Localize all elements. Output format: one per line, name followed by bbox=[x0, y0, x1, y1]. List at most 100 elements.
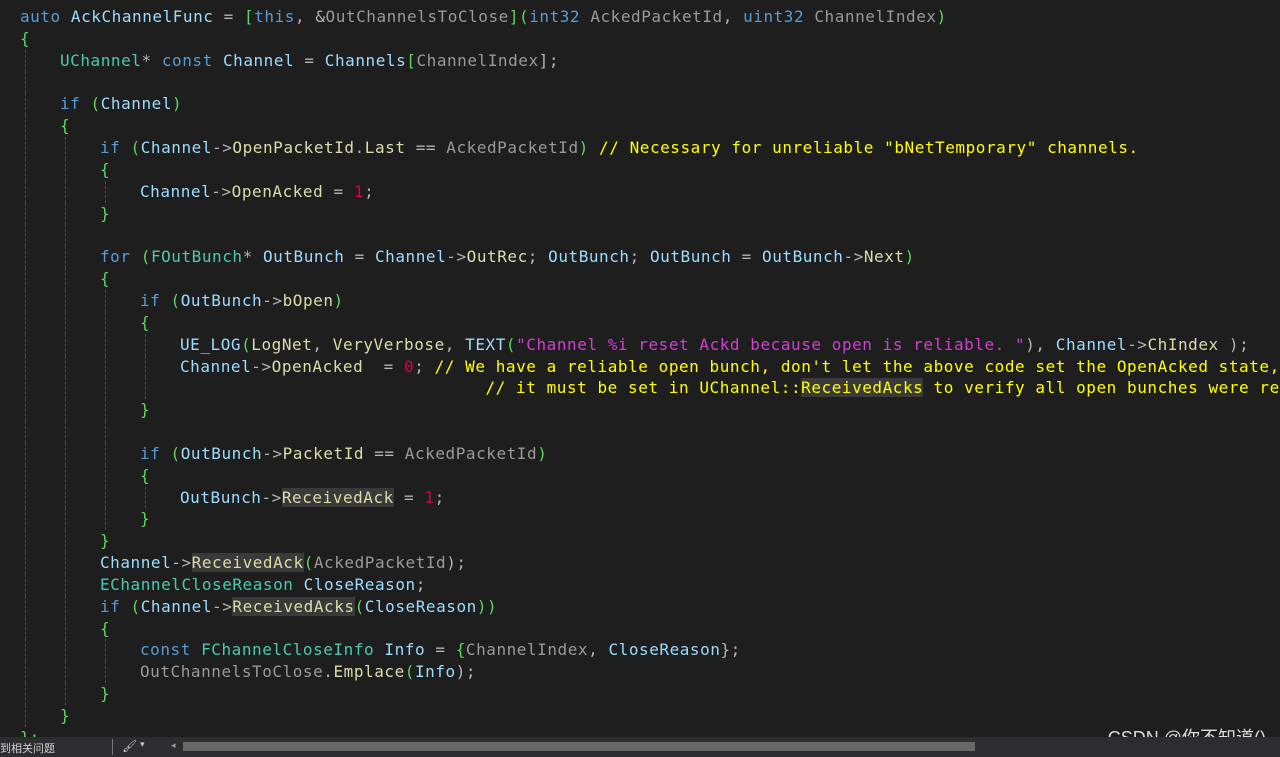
code-token: Channels bbox=[324, 50, 407, 70]
code-token: ChannelIndex bbox=[416, 50, 539, 70]
chevron-down-icon[interactable]: ▾ bbox=[140, 739, 145, 750]
code-line[interactable]: } bbox=[0, 508, 1280, 531]
code-line[interactable]: const FChannelCloseInfo Info = {ChannelI… bbox=[0, 639, 1280, 662]
code-line[interactable] bbox=[0, 421, 1280, 443]
code-token: FChannelCloseInfo bbox=[201, 640, 375, 660]
code-line[interactable]: Channel->OpenAcked = 0; // We have a rel… bbox=[0, 355, 1280, 378]
code-token: OutChannelsToClose bbox=[325, 7, 509, 26]
code-token: OpenAcked bbox=[231, 181, 324, 201]
code-token: . bbox=[323, 662, 334, 682]
code-token: ( bbox=[354, 596, 365, 616]
code-token: ; bbox=[434, 487, 445, 507]
code-token: 0 bbox=[404, 356, 415, 376]
code-token: { bbox=[140, 465, 151, 485]
code-line[interactable]: } bbox=[0, 399, 1280, 422]
code-line[interactable]: if (Channel) bbox=[0, 93, 1280, 116]
indent-guide bbox=[25, 573, 26, 596]
code-token: for bbox=[100, 247, 131, 267]
code-token: EChannelCloseReason bbox=[100, 574, 294, 594]
code-token: UE_LOG bbox=[180, 334, 242, 354]
indent-guide bbox=[145, 355, 146, 378]
code-line[interactable]: UChannel* const Channel = Channels[Chann… bbox=[0, 49, 1280, 72]
code-token: 1 bbox=[424, 487, 435, 507]
code-token: LogNet bbox=[251, 334, 313, 354]
brush-icon[interactable]: 🖌 bbox=[122, 739, 137, 753]
code-token: Channel bbox=[100, 94, 173, 114]
code-line[interactable]: UE_LOG(LogNet, VeryVerbose, TEXT("Channe… bbox=[0, 333, 1280, 356]
code-line[interactable]: OutBunch->ReceivedAck = 1; bbox=[0, 486, 1280, 509]
code-line[interactable]: } bbox=[0, 530, 1280, 553]
editor-status-bar: 到相关问题 🖌 ▾ ◂ bbox=[0, 737, 1280, 757]
code-token: ReceivedAcks bbox=[232, 596, 355, 616]
code-token: OutBunch bbox=[649, 247, 732, 267]
indent-guide bbox=[25, 49, 26, 72]
indent-guide bbox=[65, 617, 66, 640]
code-token: Channel bbox=[140, 596, 213, 616]
code-line[interactable]: { bbox=[0, 464, 1280, 487]
code-line[interactable]: { bbox=[0, 617, 1280, 640]
indent-guide bbox=[65, 530, 66, 553]
code-line[interactable]: { bbox=[0, 268, 1280, 290]
code-line[interactable]: { bbox=[0, 115, 1280, 138]
indent-guide bbox=[105, 421, 106, 443]
indent-guide bbox=[65, 399, 66, 422]
indent-guide bbox=[65, 661, 66, 684]
code-line[interactable]: OutChannelsToClose.Emplace(Info); bbox=[0, 661, 1280, 684]
code-line[interactable]: for (FOutBunch* OutBunch = Channel->OutR… bbox=[0, 246, 1280, 269]
horizontal-scrollbar[interactable] bbox=[183, 742, 975, 751]
code-token: , bbox=[722, 7, 744, 26]
indent-guide bbox=[25, 595, 26, 618]
indent-guide bbox=[65, 289, 66, 312]
code-line[interactable] bbox=[0, 71, 1280, 94]
status-divider bbox=[112, 739, 113, 755]
code-line[interactable]: // it must be set in UChannel::ReceivedA… bbox=[0, 377, 1280, 400]
code-token: Next bbox=[863, 247, 905, 267]
indent-guide bbox=[25, 268, 26, 290]
code-line[interactable]: auto AckChannelFunc = [this, &OutChannel… bbox=[0, 6, 1280, 28]
indent-guide bbox=[65, 508, 66, 531]
indent-guide bbox=[65, 202, 66, 225]
indent-guide bbox=[65, 464, 66, 487]
indent-guide bbox=[65, 573, 66, 596]
related-issues-label[interactable]: 到相关问题 bbox=[0, 740, 55, 756]
indent-guide bbox=[25, 442, 26, 465]
indent-guide bbox=[25, 683, 26, 705]
code-token: CloseReason bbox=[608, 640, 721, 660]
indent-guide bbox=[105, 399, 106, 422]
code-token: , bbox=[312, 334, 333, 354]
code-line[interactable]: EChannelCloseReason CloseReason; bbox=[0, 573, 1280, 596]
code-line[interactable]: if (OutBunch->bOpen) bbox=[0, 289, 1280, 312]
code-token: ( bbox=[120, 596, 141, 616]
code-line[interactable]: Channel->ReceivedAck(AckedPacketId); bbox=[0, 552, 1280, 574]
code-area[interactable]: auto AckChannelFunc = [this, &OutChannel… bbox=[0, 6, 1280, 727]
code-token: OutBunch bbox=[180, 443, 263, 463]
code-line[interactable]: } bbox=[0, 202, 1280, 225]
code-line[interactable] bbox=[0, 224, 1280, 247]
code-line[interactable]: if (Channel->ReceivedAcks(CloseReason)) bbox=[0, 595, 1280, 618]
indent-guide bbox=[105, 311, 106, 334]
code-token: ReceivedAcks bbox=[801, 378, 924, 398]
code-line[interactable]: { bbox=[0, 28, 1280, 50]
code-line[interactable]: if (OutBunch->PacketId == AckedPacketId) bbox=[0, 442, 1280, 465]
code-token: ChannelIndex bbox=[814, 7, 937, 26]
code-line[interactable]: { bbox=[0, 158, 1280, 181]
code-line[interactable]: if (Channel->OpenPacketId.Last == AckedP… bbox=[0, 137, 1280, 159]
scroll-left-icon[interactable]: ◂ bbox=[171, 740, 176, 751]
code-line[interactable]: { bbox=[0, 311, 1280, 334]
indent-guide bbox=[105, 289, 106, 312]
code-token: ]; bbox=[538, 50, 560, 70]
code-token: OutBunch bbox=[548, 247, 630, 267]
code-token: Channel bbox=[222, 50, 295, 70]
indent-guide bbox=[25, 333, 26, 356]
indent-guide bbox=[65, 333, 66, 356]
indent-guide bbox=[65, 137, 66, 159]
code-line[interactable]: Channel->OpenAcked = 1; bbox=[0, 180, 1280, 203]
code-token: ( bbox=[130, 247, 151, 267]
code-token: OutBunch bbox=[180, 487, 262, 507]
code-token: OutBunch bbox=[262, 247, 345, 267]
code-token: } bbox=[140, 509, 151, 529]
code-line[interactable]: } bbox=[0, 705, 1280, 727]
code-line[interactable]: } bbox=[0, 683, 1280, 705]
